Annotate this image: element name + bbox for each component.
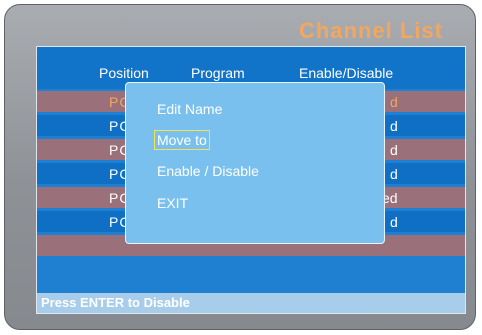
channel-enable-state: d: [390, 214, 398, 230]
menu-item-exit[interactable]: EXIT: [155, 194, 190, 212]
menu-item-edit-name[interactable]: Edit Name: [155, 100, 224, 118]
column-header-position: Position: [99, 65, 149, 81]
channel-list-panel: Position Program Enable/Disable PC d PC …: [36, 46, 466, 314]
menu-item-move-to[interactable]: Move to: [154, 130, 210, 150]
column-header-program: Program: [191, 65, 245, 81]
status-hint: Press ENTER to Disable: [41, 295, 190, 310]
channel-enable-state: d: [390, 118, 398, 134]
page-title: Channel List: [298, 18, 443, 43]
status-bar: Press ENTER to Disable: [37, 293, 465, 313]
channel-options-popup: Edit Name Move to Enable / Disable EXIT: [125, 82, 385, 244]
channel-enable-state: d: [390, 94, 398, 110]
column-header-enable: Enable/Disable: [299, 65, 394, 81]
channel-enable-state: d: [390, 166, 398, 182]
tv-osd-frame: Channel List Position Program Enable/Dis…: [4, 4, 476, 330]
menu-item-enable-disable[interactable]: Enable / Disable: [155, 162, 261, 180]
channel-enable-state: d: [390, 142, 398, 158]
